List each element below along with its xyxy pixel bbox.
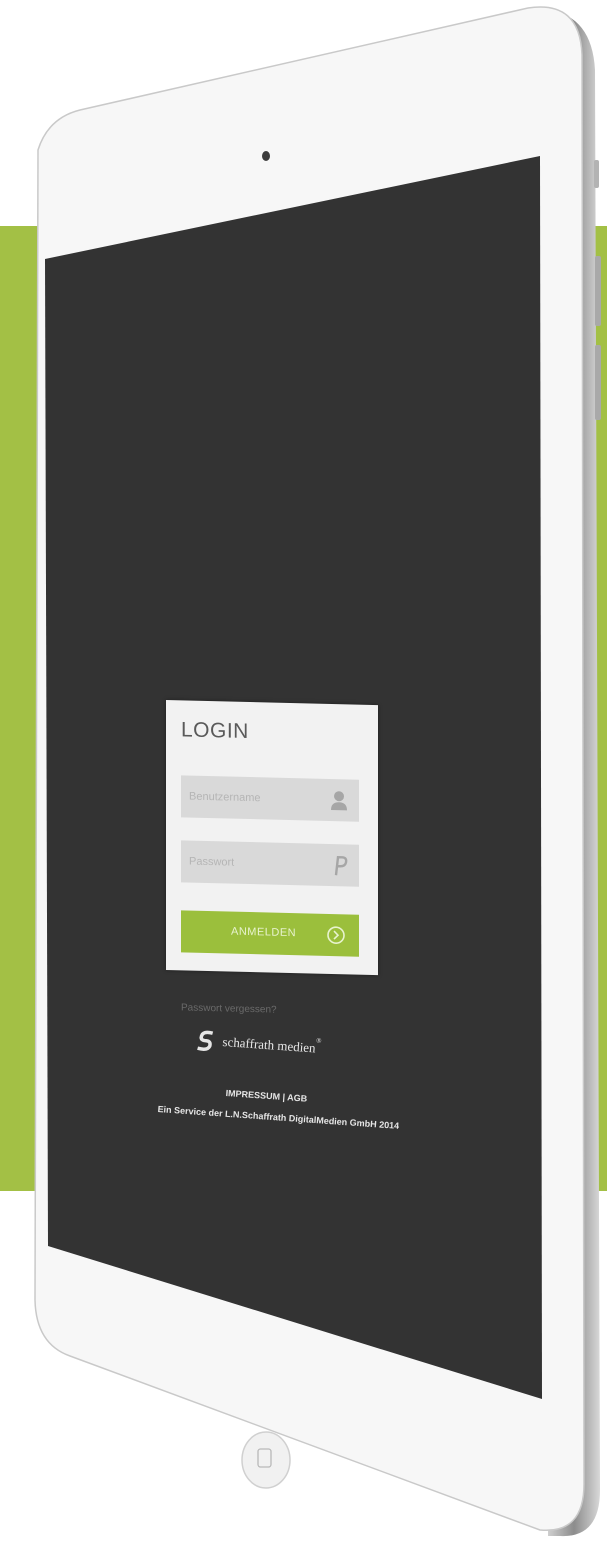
volume-button-up — [595, 256, 601, 326]
username-field[interactable] — [181, 775, 359, 822]
forgot-password-link[interactable]: Passwort vergessen? — [181, 1002, 277, 1015]
mute-switch — [594, 160, 599, 188]
password-input[interactable] — [181, 840, 321, 886]
home-button-icon — [241, 1431, 291, 1489]
login-card: LOGIN ANMELDEN Passwort vergessen? — [166, 700, 378, 1016]
password-field[interactable] — [181, 840, 359, 887]
camera-icon — [262, 151, 270, 161]
login-title: LOGIN — [181, 718, 249, 744]
user-icon — [331, 791, 347, 811]
key-p-icon — [334, 855, 348, 876]
arrow-circle-icon — [327, 926, 345, 944]
login-submit-button[interactable]: ANMELDEN — [181, 910, 359, 957]
login-submit-label: ANMELDEN — [231, 925, 297, 940]
username-input[interactable] — [181, 775, 321, 821]
volume-button-down — [595, 345, 601, 420]
